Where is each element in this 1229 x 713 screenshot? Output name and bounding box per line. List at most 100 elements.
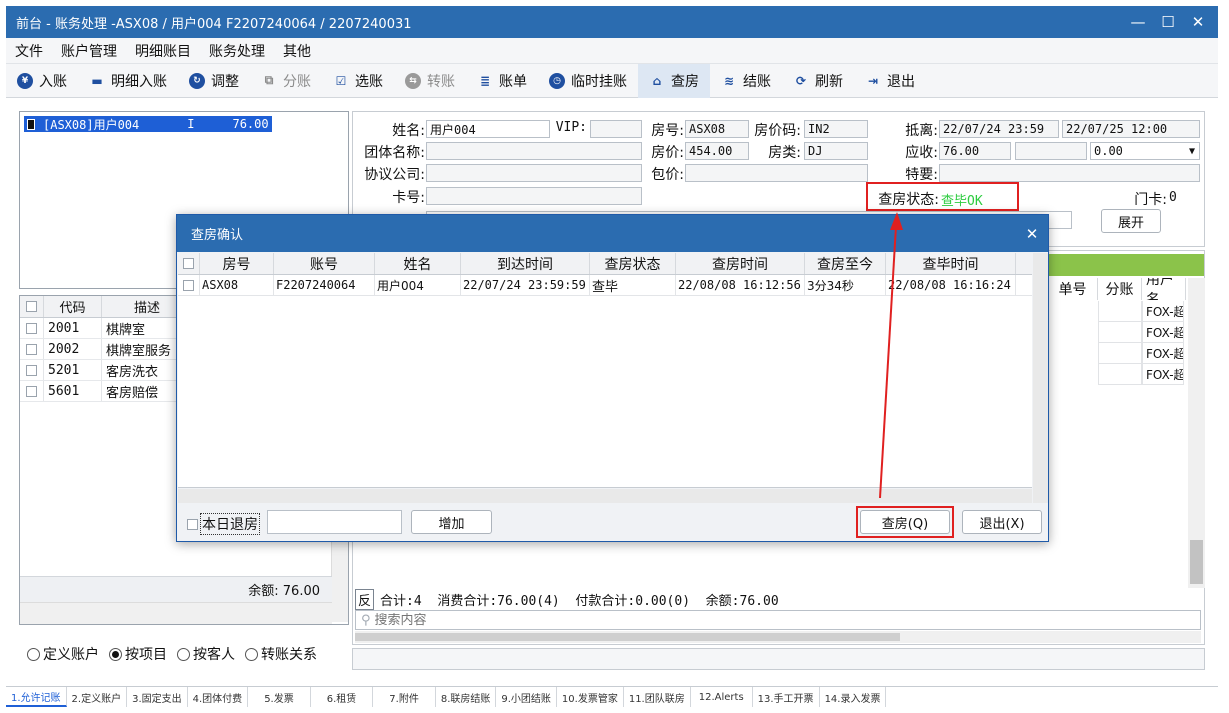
menu-file[interactable]: 文件 xyxy=(6,41,52,61)
checkbox-box[interactable] xyxy=(187,518,198,530)
tab-enter-invoice[interactable]: 14.录入发票 xyxy=(820,687,887,707)
detail-post-button[interactable]: ▬ 明细入账 xyxy=(78,64,178,98)
item-select-all-checkbox[interactable] xyxy=(26,301,37,312)
radio-circle[interactable] xyxy=(245,647,258,661)
checkout-button[interactable]: ≋ 结账 xyxy=(710,64,782,98)
row-checkbox[interactable] xyxy=(183,279,194,291)
dlg-header-account[interactable]: 账号 xyxy=(274,253,375,274)
vip-field[interactable] xyxy=(590,120,642,138)
receivable-extra-field[interactable] xyxy=(1015,142,1087,160)
dlg-header-check-time[interactable]: 查房时间 xyxy=(676,253,805,274)
tab-manual-invoice[interactable]: 13.手工开票 xyxy=(753,687,820,707)
room-input[interactable] xyxy=(267,510,402,534)
dialog-select-all-checkbox[interactable] xyxy=(183,258,194,269)
radio-by-item[interactable]: 按项目 xyxy=(109,644,167,664)
bill-button[interactable]: ≣ 账单 xyxy=(466,64,538,98)
table-row[interactable]: ASX08 F2207240064 用户004 22/07/24 23:59:5… xyxy=(178,275,1032,296)
radio-circle[interactable] xyxy=(177,647,190,661)
header-bill-no[interactable]: 单号 xyxy=(1048,278,1098,300)
transfer-button[interactable]: ⇆ 转账 xyxy=(394,64,466,98)
item-table-hscrollbar[interactable] xyxy=(20,602,332,624)
header-user[interactable]: 用户名 xyxy=(1142,278,1186,300)
dialog-scrollbar[interactable] xyxy=(1033,253,1048,503)
card-number-field[interactable] xyxy=(426,187,642,205)
item-header-code[interactable]: 代码 xyxy=(44,296,102,317)
row-checkbox[interactable] xyxy=(26,364,37,376)
tab-team-link-room[interactable]: 11.团队联房 xyxy=(624,687,691,707)
radio-by-guest[interactable]: 按客人 xyxy=(177,644,235,664)
dialog-hscrollbar[interactable] xyxy=(178,489,1032,503)
arrival-field[interactable]: 22/07/24 23:59 xyxy=(939,120,1059,138)
adjust-button[interactable]: ↻ 调整 xyxy=(178,64,250,98)
today-checkout-checkbox[interactable]: 本日退房 xyxy=(187,513,260,535)
table-row[interactable]: FOX-超 xyxy=(1098,322,1184,343)
tab-allow-charge[interactable]: 1.允许记账 xyxy=(6,687,67,707)
search-input[interactable] xyxy=(374,612,1155,628)
special-field[interactable] xyxy=(939,164,1200,182)
row-checkbox[interactable] xyxy=(26,322,37,334)
dialog-close-button[interactable]: ✕ xyxy=(1016,225,1048,243)
add-button[interactable]: 增加 xyxy=(411,510,492,534)
tab-lease[interactable]: 6.租赁 xyxy=(311,687,374,707)
dlg-header-room[interactable]: 房号 xyxy=(200,253,274,274)
departure-field[interactable]: 22/07/25 12:00 xyxy=(1062,120,1200,138)
tab-fixed-expense[interactable]: 3.固定支出 xyxy=(127,687,188,707)
tab-linked-checkout[interactable]: 8.联房结账 xyxy=(436,687,497,707)
refresh-button[interactable]: ⟳ 刷新 xyxy=(782,64,854,98)
table-row[interactable]: FOX-超 xyxy=(1098,301,1184,322)
menu-detail-items[interactable]: 明细账目 xyxy=(126,41,200,61)
balance-dropdown[interactable]: 0.00 ▼ xyxy=(1090,142,1200,160)
row-checkbox[interactable] xyxy=(26,385,37,397)
scrollbar-thumb[interactable] xyxy=(1190,540,1203,584)
dialog-exit-button[interactable]: 退出(X) xyxy=(962,510,1042,534)
rate-code-field[interactable]: IN2 xyxy=(804,120,868,138)
room-type-field[interactable]: DJ xyxy=(804,142,868,160)
transaction-table-hscrollbar[interactable] xyxy=(355,631,1201,643)
radio-transfer-relation[interactable]: 转账关系 xyxy=(245,644,317,664)
dialog-select-all[interactable] xyxy=(178,253,200,274)
select-button[interactable]: ☑ 选账 xyxy=(322,64,394,98)
close-button[interactable]: ✕ xyxy=(1184,13,1212,31)
tab-alerts[interactable]: 12.Alerts xyxy=(691,687,753,707)
temp-hold-button[interactable]: ◷ 临时挂账 xyxy=(538,64,638,98)
tab-define-account[interactable]: 2.定义账户 xyxy=(67,687,128,707)
tab-small-group-checkout[interactable]: 9.小团结账 xyxy=(496,687,557,707)
split-button[interactable]: ⧉ 分账 xyxy=(250,64,322,98)
package-field[interactable] xyxy=(685,164,868,182)
name-field[interactable]: 用户004 xyxy=(426,120,550,138)
table-row[interactable]: FOX-超 xyxy=(1098,343,1184,364)
tab-invoice[interactable]: 5.发票 xyxy=(248,687,311,707)
menu-account-processing[interactable]: 账务处理 xyxy=(200,41,274,61)
agreement-company-field[interactable] xyxy=(426,164,642,182)
account-tree-item-selected[interactable]: [ASX08]用户004 I 76.00 xyxy=(24,116,272,132)
dlg-header-elapsed[interactable]: 查房至今 xyxy=(805,253,886,274)
tab-group-payment[interactable]: 4.团体付费 xyxy=(188,687,249,707)
check-room-button[interactable]: ⌂ 查房 xyxy=(638,63,710,98)
dlg-header-arrival[interactable]: 到达时间 xyxy=(461,253,590,274)
dlg-header-status[interactable]: 查房状态 xyxy=(590,253,676,274)
minimize-button[interactable]: — xyxy=(1124,13,1152,31)
tab-invoice-manager[interactable]: 10.发票管家 xyxy=(557,687,624,707)
dlg-header-done-time[interactable]: 查毕时间 xyxy=(886,253,1016,274)
table-row[interactable]: FOX-超 xyxy=(1098,364,1184,385)
reverse-toggle[interactable]: 反 xyxy=(355,588,375,610)
item-select-all[interactable] xyxy=(20,296,44,317)
dlg-header-name[interactable]: 姓名 xyxy=(375,253,461,274)
receivable-field[interactable]: 76.00 xyxy=(939,142,1011,160)
menu-other[interactable]: 其他 xyxy=(274,41,320,61)
radio-circle[interactable] xyxy=(109,647,122,661)
transaction-table-scrollbar[interactable] xyxy=(1188,278,1205,588)
radio-circle[interactable] xyxy=(27,647,40,661)
menu-account-management[interactable]: 账户管理 xyxy=(52,41,126,61)
group-name-field[interactable] xyxy=(426,142,642,160)
maximize-button[interactable]: ☐ xyxy=(1154,13,1182,31)
radio-define-account[interactable]: 定义账户 xyxy=(27,644,99,664)
expand-button[interactable]: 展开 xyxy=(1101,209,1161,233)
tab-attachment[interactable]: 7.附件 xyxy=(373,687,436,707)
post-charge-button[interactable]: ¥ 入账 xyxy=(6,64,78,98)
room-field[interactable]: ASX08 xyxy=(685,120,749,138)
search-box[interactable]: ⚲ xyxy=(355,610,1201,630)
room-rate-field[interactable]: 454.00 xyxy=(685,142,749,160)
exit-button[interactable]: ⇥ 退出 xyxy=(854,64,926,98)
hscrollbar-thumb[interactable] xyxy=(355,633,900,641)
